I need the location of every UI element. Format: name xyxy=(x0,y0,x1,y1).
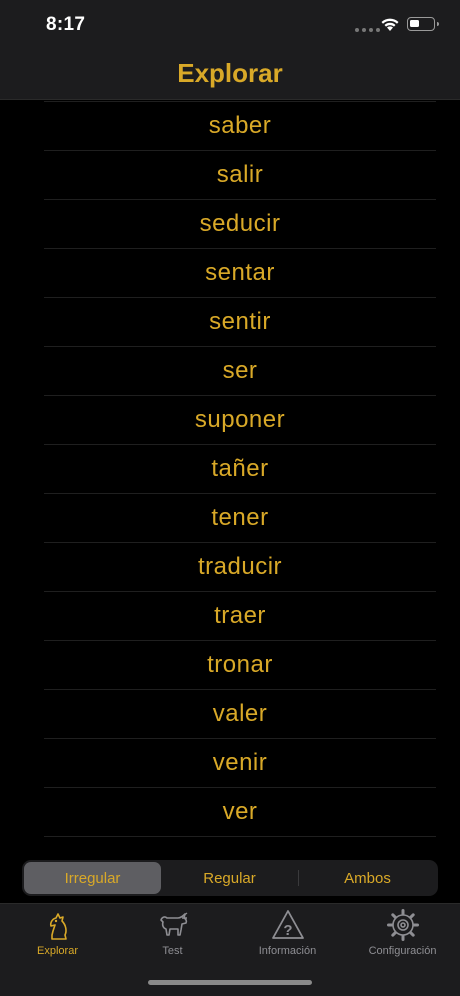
tab-explorar[interactable]: Explorar xyxy=(0,908,115,964)
verb-list-item[interactable]: ver xyxy=(44,787,436,836)
verb-list-item[interactable]: venir xyxy=(44,738,436,787)
verb-list-item[interactable]: suponer xyxy=(44,395,436,444)
signal-icon xyxy=(355,28,380,32)
segment-ambos[interactable]: Ambos xyxy=(299,862,436,894)
verb-list-item[interactable]: saber xyxy=(44,101,436,150)
verb-list-item[interactable]: ver xyxy=(44,836,436,853)
tab-informacion[interactable]: ? Información xyxy=(230,908,345,964)
tab-label-configuracion: Configuración xyxy=(368,945,437,957)
navigation-bar: Explorar xyxy=(0,50,460,100)
verb-list-item[interactable]: tener xyxy=(44,493,436,542)
verb-list-item[interactable]: sentir xyxy=(44,297,436,346)
warning-question-icon: ? xyxy=(271,910,304,939)
page-title: Explorar xyxy=(177,58,283,88)
tab-label-informacion: Información xyxy=(258,945,317,957)
segment-irregular[interactable]: Irregular xyxy=(24,862,161,894)
verb-list-item[interactable]: ser xyxy=(44,346,436,395)
verb-list[interactable]: saber salir seducir sentar sentir ser suponer t… xyxy=(44,101,436,853)
gear-icon xyxy=(386,909,419,941)
bull-icon xyxy=(159,912,187,936)
verb-list-item[interactable]: traer xyxy=(44,591,436,640)
tab-test[interactable]: Test xyxy=(115,908,230,964)
status-time: 8:17 xyxy=(46,14,86,35)
verb-list-item[interactable]: salir xyxy=(44,150,436,199)
knight-icon xyxy=(49,913,67,940)
svg-text:?: ? xyxy=(283,922,292,939)
home-indicator xyxy=(148,980,312,985)
verb-list-item[interactable]: tañer xyxy=(44,444,436,493)
tab-bar: Explorar Test ? Información Configuració… xyxy=(0,903,460,996)
segment-regular[interactable]: Regular xyxy=(161,862,298,894)
tab-label-test: Test xyxy=(162,945,183,957)
verb-list-item[interactable]: tronar xyxy=(44,640,436,689)
tab-configuracion[interactable]: Configuración xyxy=(345,908,460,964)
verb-list-item[interactable]: traducir xyxy=(44,542,436,591)
battery-icon xyxy=(407,17,439,31)
tab-label-explorar: Explorar xyxy=(37,945,78,957)
verb-list-item[interactable]: valer xyxy=(44,689,436,738)
verb-list-item[interactable]: seducir xyxy=(44,199,436,248)
wifi-icon xyxy=(381,18,399,31)
verb-type-segmented-control[interactable]: Irregular Regular Ambos xyxy=(22,860,438,896)
verb-list-item[interactable]: sentar xyxy=(44,248,436,297)
status-bar: 8:17 xyxy=(0,0,460,50)
